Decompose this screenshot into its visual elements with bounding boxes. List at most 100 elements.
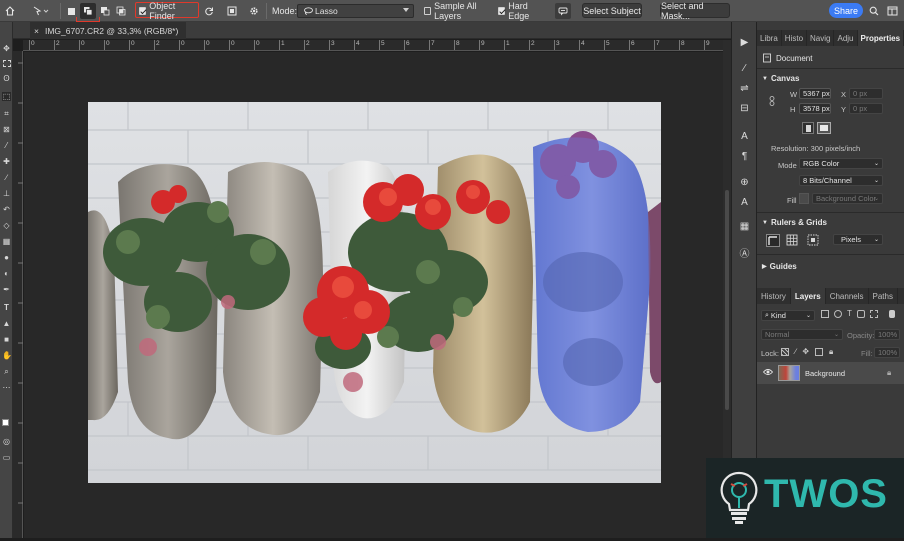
tab-libraries[interactable]: Libra [757,30,782,46]
crop-tool-icon[interactable]: ⌗ [2,109,11,118]
bit-depth-select[interactable]: 8 Bits/Channel ⌄ [799,175,883,186]
screen-mode-icon[interactable]: ▭ [2,453,11,462]
foreground-color-swatch[interactable] [2,419,9,426]
opacity-field[interactable]: 100% [874,329,900,340]
ruler-units-select[interactable]: Pixels ⌄ [833,234,883,245]
rulers-grids-section-header[interactable]: ▼Rulers & Grids [762,218,827,227]
more-tools-icon[interactable]: ⋯ [2,383,11,392]
transform-icon[interactable] [226,3,238,19]
fill-swatch[interactable] [799,193,809,204]
quick-mask-icon[interactable]: ◎ [2,437,11,446]
tab-paths[interactable]: Paths [869,288,898,304]
guides-section-header[interactable]: ▶Guides [762,262,797,271]
healing-brush-icon[interactable]: ✚ [2,157,11,166]
portrait-orientation-icon[interactable] [802,122,814,134]
hand-tool-icon[interactable]: ✋ [2,351,11,360]
scrollbar-thumb[interactable] [725,190,729,410]
tool-preset-icon[interactable] [31,3,51,19]
lock-transparent-icon[interactable] [781,348,789,356]
pen-tool-icon[interactable]: ✒ [2,285,11,294]
tab-histogram[interactable]: Histo [782,30,807,46]
levels-icon[interactable]: ⊟ [738,102,751,115]
character-icon[interactable]: A [738,130,751,143]
visibility-eye-icon[interactable] [763,368,773,379]
document-tab[interactable]: × IMG_6707.CR2 @ 33,3% (RGB/8*) [30,22,186,39]
layer-fill-field[interactable]: 100% [874,347,900,358]
color-mode-select[interactable]: RGB Color ⌄ [799,158,883,169]
paragraph-icon[interactable]: ¶ [738,150,751,163]
frame-tool-icon[interactable]: ⊠ [2,125,11,134]
intersect-selection-icon[interactable] [114,3,128,19]
tab-history[interactable]: History [757,288,791,304]
blur-tool-icon[interactable]: ● [2,253,11,262]
layer-kind-filter[interactable]: ⌕ Kind ⌄ [761,310,815,321]
zoom-tool-icon[interactable]: ⌕ [2,367,11,376]
paragraph-styles-icon[interactable]: Ⓐ [738,248,751,261]
refresh-icon[interactable] [203,3,215,19]
eraser-tool-icon[interactable]: ◇ [2,221,11,230]
lock-position-icon[interactable]: ✥ [802,348,809,356]
link-icon[interactable] [769,96,775,109]
lock-all-icon[interactable]: 🔒︎ [829,348,833,356]
layer-row[interactable]: Background 🔒︎ [757,362,904,384]
landscape-orientation-icon[interactable] [817,122,831,134]
tab-adjustments[interactable]: Adju [834,30,857,46]
sample-all-layers-checkbox[interactable]: Sample All Layers [424,3,496,19]
close-icon[interactable]: × [34,26,39,36]
document-image[interactable] [88,102,661,483]
marquee-tool-icon[interactable] [2,59,11,68]
pixel-filter-icon[interactable] [821,310,829,318]
home-icon[interactable] [3,3,16,19]
type-tool-icon[interactable]: T [2,303,11,312]
table-icon[interactable]: ▦ [738,220,751,233]
smart-object-filter-icon[interactable] [870,310,878,318]
history-brush-icon[interactable]: ↶ [2,205,11,214]
canvas-section-header[interactable]: ▼Canvas [762,74,799,83]
grid-icon[interactable] [786,234,798,249]
path-selection-icon[interactable]: ▲ [2,319,11,328]
select-subject-button[interactable]: Select Subject [582,3,642,18]
type-filter-icon[interactable]: T [847,310,852,318]
mode-select[interactable]: Lasso [297,4,414,18]
rectangle-tool-icon[interactable]: ■ [2,335,11,344]
gradient-tool-icon[interactable]: ▦ [2,237,11,246]
gear-icon[interactable] [248,3,260,19]
collaborate-icon[interactable] [555,3,571,19]
ruler-icon[interactable] [766,234,780,247]
brush-tool-icon[interactable]: ∕ [2,173,11,182]
object-selection-tool-icon[interactable]: ⬚ [2,92,11,101]
tab-navigator[interactable]: Navig [807,30,834,46]
width-field[interactable]: 5367 px [799,88,831,99]
filter-toggle-icon[interactable] [889,310,895,318]
play-icon[interactable]: ▶ [738,36,751,49]
search-icon[interactable] [868,3,880,19]
x-field[interactable]: 0 px [849,88,883,99]
hard-edge-checkbox[interactable]: Hard Edge [498,3,546,19]
clone-source-icon[interactable]: ⊕ [738,176,751,189]
move-tool-icon[interactable]: ✥ [2,44,11,53]
height-field[interactable]: 3578 px [799,103,831,114]
eyedropper-tool-icon[interactable]: ⁄ [2,141,11,150]
clone-stamp-icon[interactable]: ⊥ [2,189,11,198]
new-selection-icon[interactable] [66,3,76,19]
dodge-tool-icon[interactable]: ◐ [2,269,11,278]
lock-artboard-icon[interactable] [815,348,823,356]
tab-layers[interactable]: Layers [791,288,826,304]
brush-settings-icon[interactable]: ∕ [738,62,751,75]
lasso-tool-icon[interactable]: ʘ [2,74,11,83]
tab-properties[interactable]: Properties [858,30,904,46]
y-field[interactable]: 0 px [849,103,883,114]
select-and-mask-button[interactable]: Select and Mask... [660,3,730,18]
object-finder-checkbox[interactable]: Object Finder [139,3,197,19]
shape-filter-icon[interactable] [857,310,865,318]
subtract-selection-icon[interactable] [98,3,112,19]
lock-pixels-icon[interactable]: ∕ [795,348,796,356]
glyphs-icon[interactable]: A [738,196,751,209]
tab-channels[interactable]: Channels [826,288,869,304]
fill-select[interactable]: Background Color ⌄ [812,193,883,204]
adjustment-filter-icon[interactable] [834,310,842,318]
snap-icon[interactable] [807,234,819,249]
share-button[interactable]: Share [829,3,863,18]
blend-mode-select[interactable]: Normal ⌄ [761,329,843,340]
workspace-icon[interactable] [885,3,899,19]
